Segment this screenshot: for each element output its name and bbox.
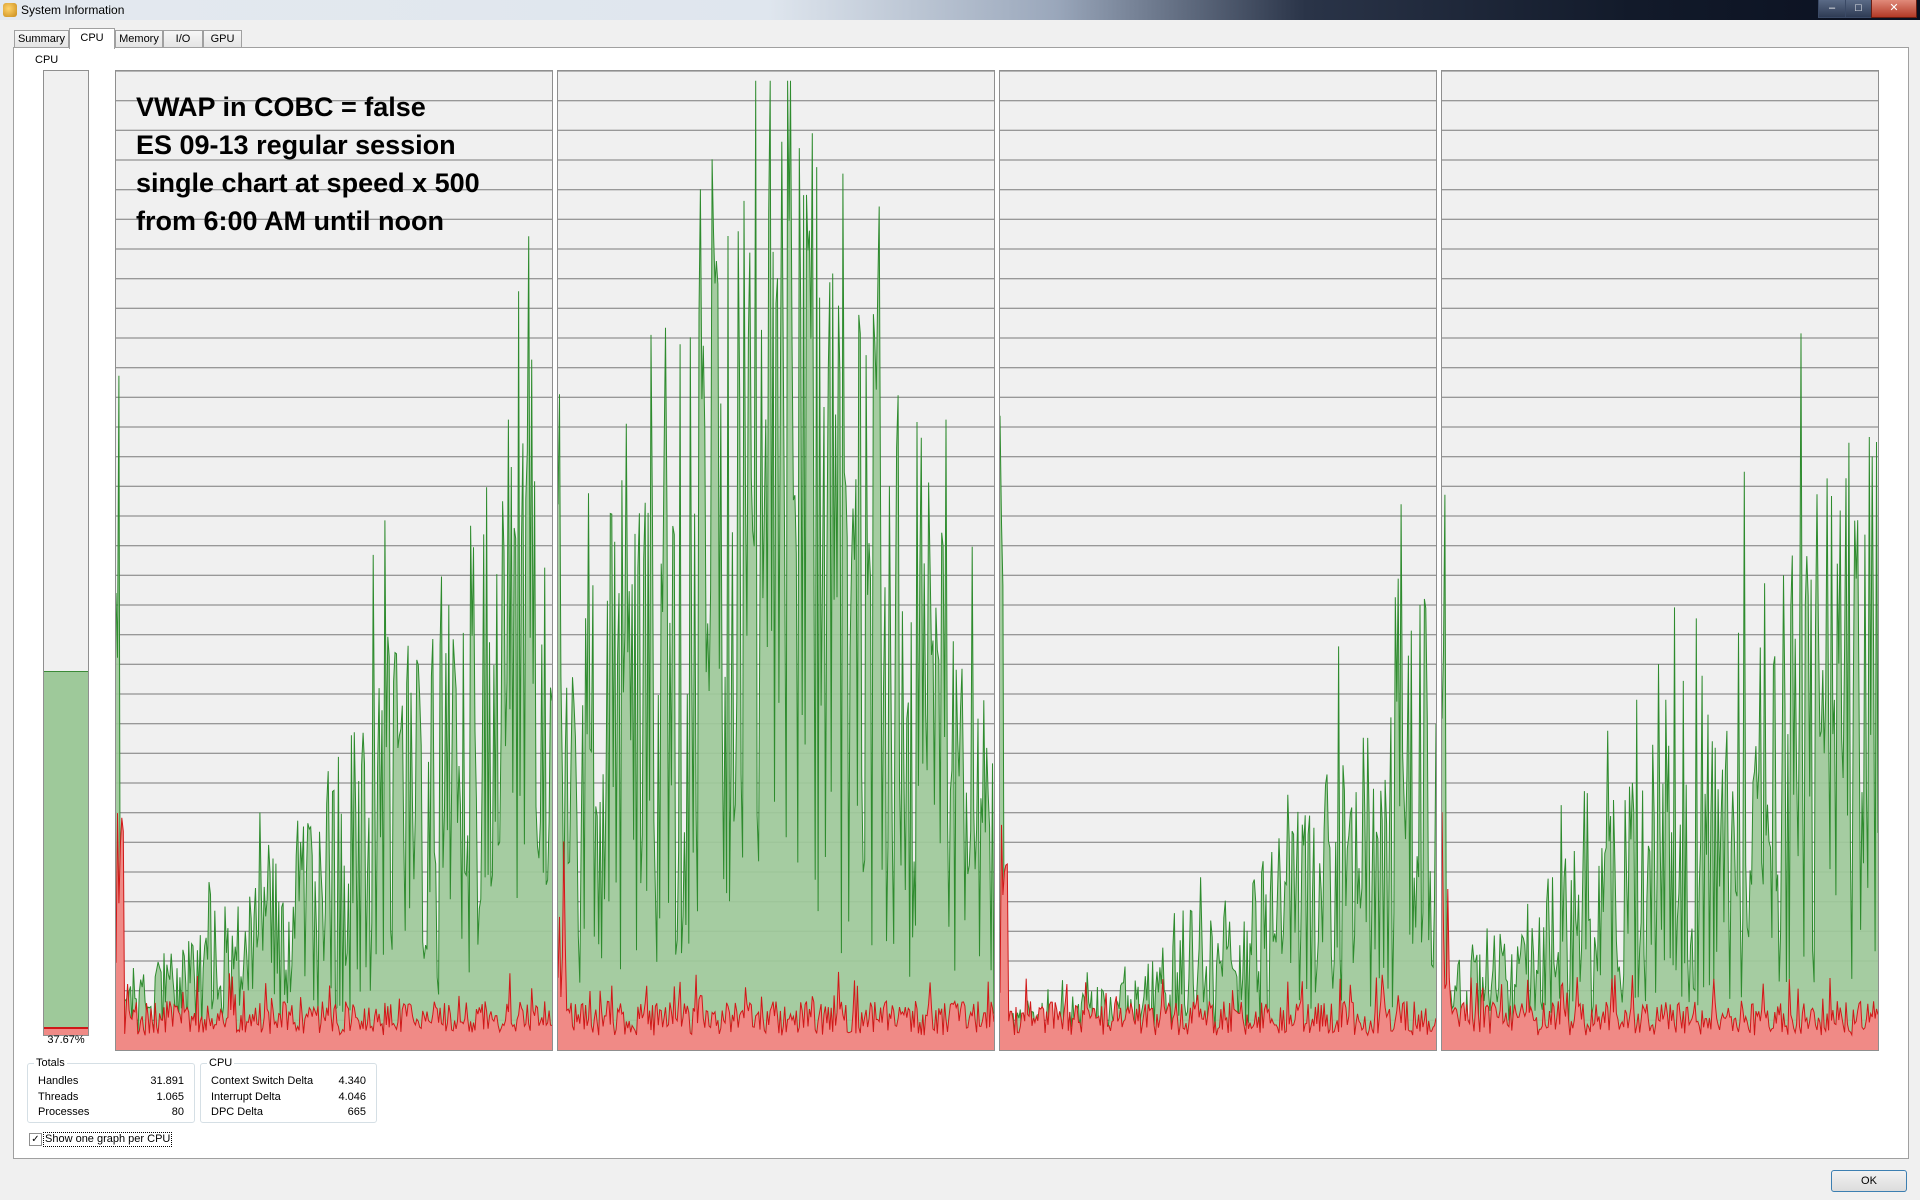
total-usage-line [1000, 415, 1436, 1043]
tab-io[interactable]: I/O [163, 30, 203, 48]
cpu-usage-meter [43, 70, 89, 1036]
cpu-row-context-switch: Context Switch Delta 4.340 [211, 1075, 366, 1090]
annotation-line-1: VWAP in COBC = false [136, 92, 426, 122]
app-icon [3, 3, 17, 17]
cpu-usage-percent: 37.67% [47, 1034, 85, 1046]
cpu-graph-1 [557, 70, 995, 1051]
totals-row-handles: Handles 31.891 [38, 1075, 184, 1090]
cpu-graph-2 [999, 70, 1437, 1051]
handles-value: 31.891 [150, 1075, 184, 1087]
annotation-line-2: ES 09-13 regular session [136, 130, 456, 160]
totals-title: Totals [34, 1057, 67, 1069]
maximize-button[interactable]: □ [1845, 0, 1872, 18]
cpu-row-interrupt: Interrupt Delta 4.046 [211, 1091, 366, 1106]
cpu-usage-fill [44, 670, 88, 1035]
dpc-label: DPC Delta [211, 1106, 263, 1118]
handles-label: Handles [38, 1075, 79, 1087]
interrupt-value: 4.046 [338, 1091, 366, 1103]
totals-group: Totals Handles 31.891 Threads 1.065 Proc… [27, 1057, 195, 1123]
processes-label: Processes [38, 1106, 90, 1118]
tab-summary[interactable]: Summary [14, 30, 69, 48]
context-switch-label: Context Switch Delta [211, 1075, 314, 1087]
annotation-line-4: from 6:00 AM until noon [136, 206, 444, 236]
threads-label: Threads [38, 1091, 79, 1103]
processes-value: 80 [171, 1106, 184, 1118]
minimize-button[interactable]: – [1818, 0, 1846, 18]
window-title: System Information [21, 3, 125, 17]
tab-memory[interactable]: Memory [115, 30, 163, 48]
annotation-text: VWAP in COBC = false ES 09-13 regular se… [136, 88, 480, 240]
title-bar: System Information – □ ✕ [0, 0, 1920, 20]
tab-gpu[interactable]: GPU [203, 30, 242, 48]
cpu-row-dpc: DPC Delta 665 [211, 1106, 366, 1121]
totals-row-processes: Processes 80 [38, 1106, 184, 1121]
cpu-stats-title: CPU [207, 1057, 235, 1069]
totals-row-threads: Threads 1.065 [38, 1091, 184, 1106]
show-one-graph-label[interactable]: Show one graph per CPU [43, 1132, 173, 1147]
interrupt-label: Interrupt Delta [211, 1091, 281, 1103]
cpu-graph-3 [1441, 70, 1879, 1051]
total-usage-area [116, 236, 552, 1050]
cpu-stats-group: CPU Context Switch Delta 4.340 Interrupt… [200, 1057, 377, 1123]
show-one-graph-checkbox[interactable]: ✓ [29, 1133, 42, 1146]
close-button[interactable]: ✕ [1871, 0, 1917, 18]
context-switch-value: 4.340 [338, 1075, 366, 1087]
annotation-line-3: single chart at speed x 500 [136, 168, 480, 198]
ok-button[interactable]: OK [1831, 1170, 1907, 1192]
dpc-value: 665 [347, 1106, 366, 1118]
threads-value: 1.065 [156, 1091, 184, 1103]
tab-cpu[interactable]: CPU [69, 28, 115, 49]
cpu-meter-label: CPU [35, 54, 59, 66]
